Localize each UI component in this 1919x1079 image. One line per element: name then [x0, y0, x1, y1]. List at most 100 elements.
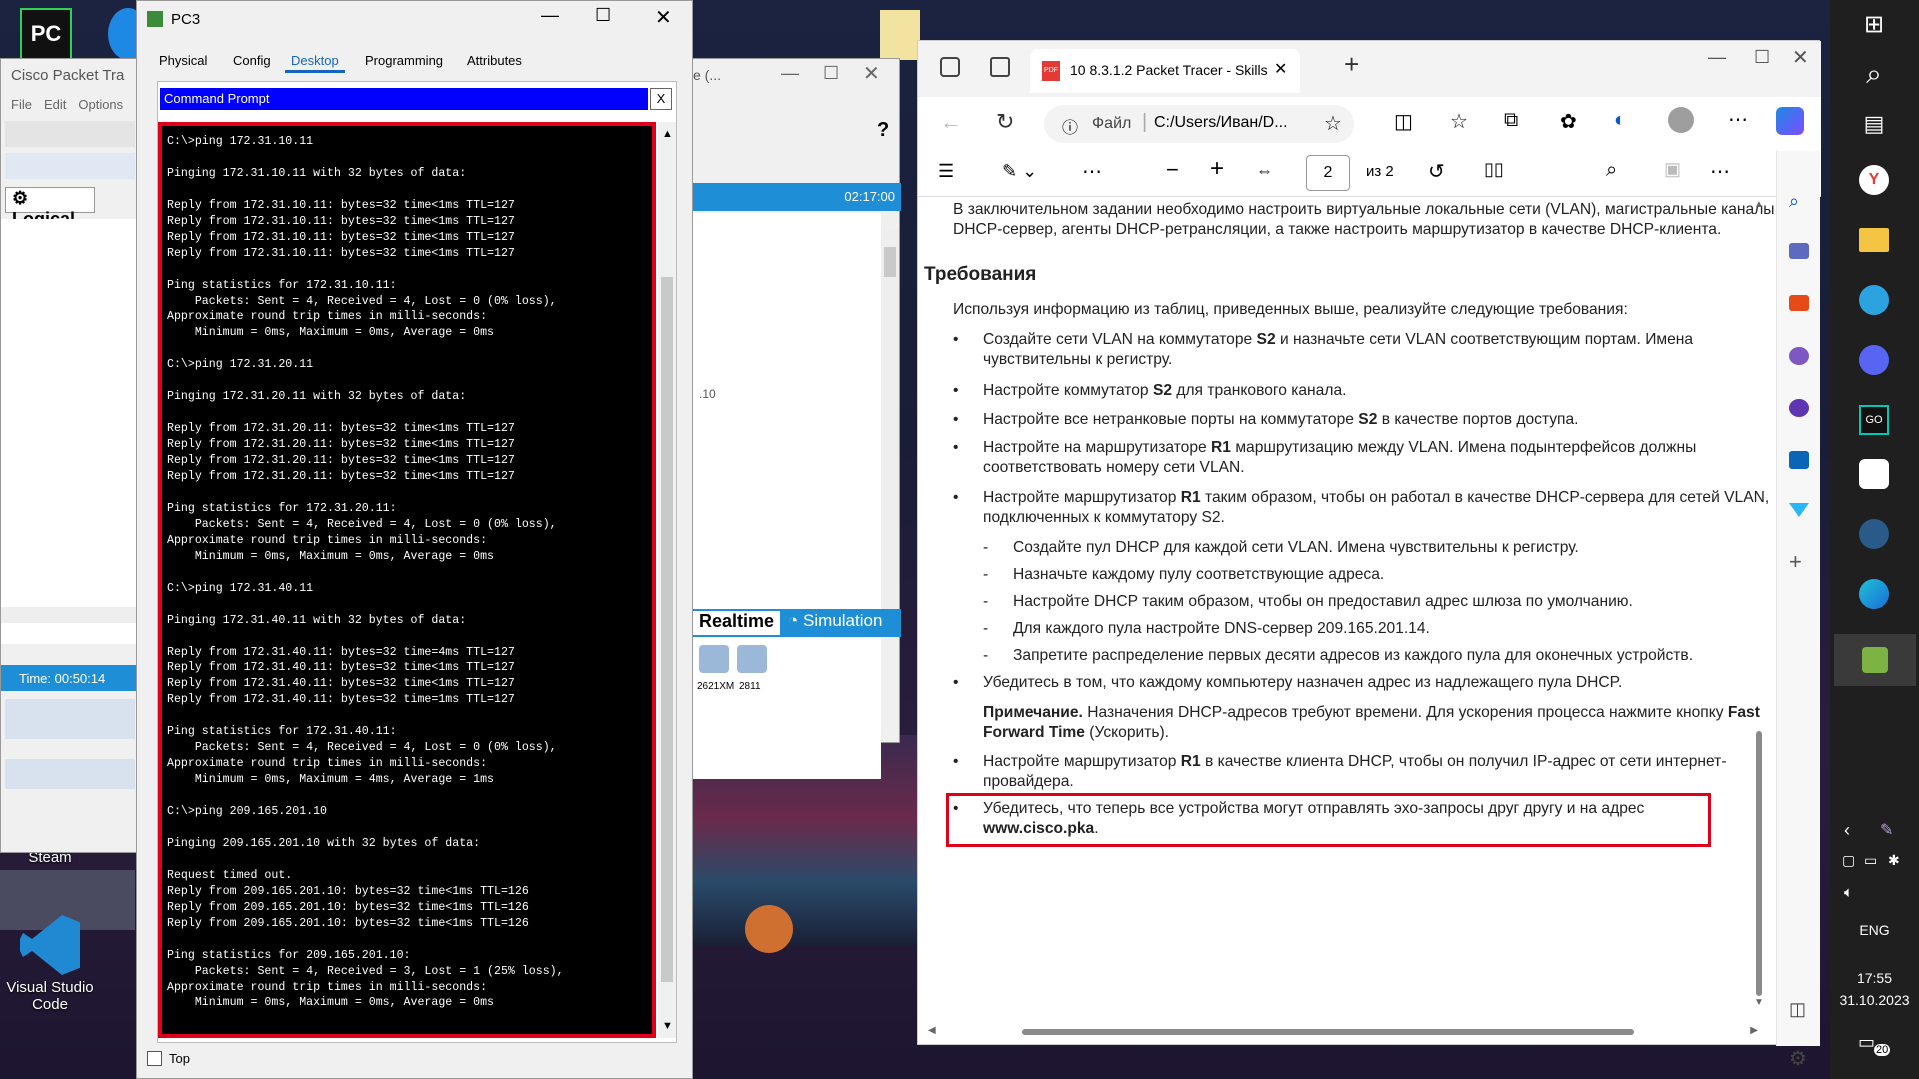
v-scrollbar[interactable]: ▲ ▼	[1752, 199, 1766, 1054]
packet-tracer-secondary-pane[interactable]: e (... — ☐ ✕ ? 02:17:00 .10 Realtime ◔ S…	[690, 58, 901, 779]
browser-tab[interactable]: PDF 10 8.3.1.2 Packet Tracer - Skills In…	[1030, 49, 1300, 93]
sidebar-toggle-icon[interactable]: ◫	[1789, 999, 1806, 1020]
maximize-icon[interactable]: ☐	[1754, 47, 1770, 68]
settings-icon[interactable]: ⚙	[1789, 1046, 1807, 1071]
help-icon[interactable]: ?	[877, 119, 889, 142]
workspaces-icon[interactable]	[940, 57, 960, 77]
tab-physical[interactable]: Physical	[159, 53, 207, 68]
close-tab-icon[interactable]: ✕	[1274, 59, 1287, 79]
menu-file[interactable]: File	[11, 97, 32, 112]
page-number-input[interactable]: 2	[1306, 155, 1350, 191]
v-scrollbar[interactable]	[881, 229, 899, 629]
tab-actions-icon[interactable]	[990, 57, 1010, 77]
vscode-desktop-icon[interactable]: Visual Studio Code	[0, 915, 100, 1013]
contents-icon[interactable]: ☰	[938, 161, 954, 182]
file-explorer-icon[interactable]	[1852, 218, 1896, 262]
app-icon[interactable]	[1852, 452, 1896, 496]
device-categories[interactable]	[5, 699, 135, 739]
close-icon[interactable]: ✕	[655, 5, 672, 30]
v-scrollbar[interactable]: ▲ ▼	[658, 122, 676, 1038]
copilot-icon[interactable]	[1789, 399, 1809, 417]
extensions-icon[interactable]: ✿	[1560, 109, 1577, 134]
add-icon[interactable]: +	[1789, 549, 1802, 575]
refresh-icon[interactable]: ↻	[996, 109, 1014, 135]
maximize-icon[interactable]: ☐	[823, 63, 839, 84]
cmd-close-button[interactable]: X	[650, 88, 672, 110]
notifications-icon[interactable]: ▭ 20	[1858, 1032, 1891, 1058]
avatar[interactable]	[1668, 107, 1694, 133]
task-view-icon[interactable]: ▤	[1852, 102, 1896, 146]
drop-icon[interactable]	[1789, 503, 1809, 517]
tab-config[interactable]: Config	[233, 53, 271, 68]
telegram-icon[interactable]	[1852, 278, 1896, 322]
more-icon[interactable]: ⋯	[1710, 159, 1730, 184]
tools-icon[interactable]	[1789, 295, 1809, 311]
h-scrollbar[interactable]	[1, 607, 141, 623]
h-scrollbar[interactable]: ◀ ▶	[928, 1025, 1758, 1039]
workspace[interactable]: .10	[691, 213, 881, 643]
more-tools-icon[interactable]: ⋯	[1082, 159, 1102, 184]
minimize-icon[interactable]: —	[1708, 47, 1726, 68]
simulation-tab[interactable]: ◔ Simulation	[782, 611, 888, 635]
packet-tracer-main-window[interactable]: Cisco Packet Tra File Edit Options ⚙ Log…	[0, 58, 141, 853]
favorites-icon[interactable]: ☆	[1450, 109, 1468, 134]
pycharm-icon[interactable]: PC	[20, 8, 72, 60]
clock-time[interactable]: 17:55	[1830, 970, 1919, 986]
copilot-icon[interactable]	[1776, 107, 1804, 135]
games-icon[interactable]	[1789, 347, 1809, 365]
language-indicator[interactable]: ENG	[1830, 922, 1919, 938]
goland-icon[interactable]: GO	[1852, 398, 1896, 442]
yandex-icon[interactable]: Y	[1852, 158, 1896, 202]
favorite-icon[interactable]: ☆	[1324, 111, 1342, 136]
clock-date[interactable]: 31.10.2023	[1830, 992, 1919, 1008]
chevron-left-icon[interactable]: ‹	[1844, 820, 1850, 841]
minimize-icon[interactable]: —	[541, 5, 559, 26]
shopping-icon[interactable]	[1789, 243, 1809, 259]
device-list[interactable]: 2621XM 2811	[691, 639, 881, 779]
edge-icon[interactable]: ◐	[1614, 109, 1626, 132]
close-icon[interactable]: ✕	[1792, 45, 1809, 70]
browser-window[interactable]: PDF 10 8.3.1.2 Packet Tracer - Skills In…	[917, 40, 1821, 1070]
edge-icon[interactable]	[1852, 572, 1896, 616]
save-icon[interactable]: ▣	[1664, 159, 1681, 180]
pc3-window[interactable]: PC3 — ☐ ✕ Physical Config Desktop Progra…	[136, 0, 693, 1079]
terminal-output[interactable]: C:\>ping 172.31.10.11 Pinging 172.31.10.…	[158, 122, 656, 1038]
menu-options[interactable]: Options	[78, 97, 123, 112]
collections-icon[interactable]: ⧉	[1504, 109, 1518, 132]
steam-icon[interactable]	[1852, 512, 1896, 556]
folder-icon[interactable]	[880, 10, 920, 60]
tab-attributes[interactable]: Attributes	[467, 53, 522, 68]
router-icon[interactable]	[699, 645, 729, 673]
more-icon[interactable]: ⋯	[1728, 107, 1748, 132]
search-icon[interactable]: ⌕	[1852, 52, 1896, 96]
back-icon[interactable]: ←	[940, 109, 962, 135]
discord-icon[interactable]	[1852, 338, 1896, 382]
start-icon[interactable]: ⊞	[1852, 2, 1896, 46]
search-icon[interactable]: ⌕	[1789, 191, 1799, 212]
tab-desktop[interactable]: Desktop	[285, 51, 345, 73]
address-bar[interactable]: ⓘ Файл | C:/Users/Иван/D... ☆	[1044, 105, 1354, 143]
tab-programming[interactable]: Programming	[365, 53, 443, 68]
network-icon[interactable]: ▢	[1842, 852, 1855, 869]
bluetooth-icon[interactable]: ✱	[1888, 852, 1900, 869]
outlook-icon[interactable]	[1789, 451, 1809, 469]
realtime-tab[interactable]: Realtime	[693, 611, 781, 635]
zoom-out-icon[interactable]: −	[1166, 157, 1179, 183]
battery-icon[interactable]: ▭	[1864, 852, 1877, 869]
volume-icon[interactable]: 🔈︎	[1844, 884, 1853, 901]
router-icon[interactable]	[737, 645, 767, 673]
maximize-icon[interactable]: ☐	[595, 5, 611, 26]
menu-edit[interactable]: Edit	[44, 97, 66, 112]
search-icon[interactable]: ⌕	[1606, 159, 1617, 182]
zoom-in-icon[interactable]: +	[1210, 155, 1224, 183]
top-checkbox[interactable]	[147, 1051, 162, 1066]
device-subcategories[interactable]	[5, 759, 135, 789]
pen-icon[interactable]: ✎	[1880, 820, 1893, 840]
rotate-icon[interactable]: ↺	[1428, 159, 1445, 184]
fit-page-icon[interactable]: ⇔	[1256, 161, 1273, 181]
page-view-icon[interactable]: ▯▯	[1484, 159, 1504, 180]
info-icon[interactable]: ⓘ	[1062, 114, 1078, 138]
new-tab-icon[interactable]: +	[1344, 49, 1359, 80]
packet-tracer-icon[interactable]	[1834, 634, 1916, 686]
draw-icon[interactable]: ✎ ⌄	[1002, 161, 1037, 182]
